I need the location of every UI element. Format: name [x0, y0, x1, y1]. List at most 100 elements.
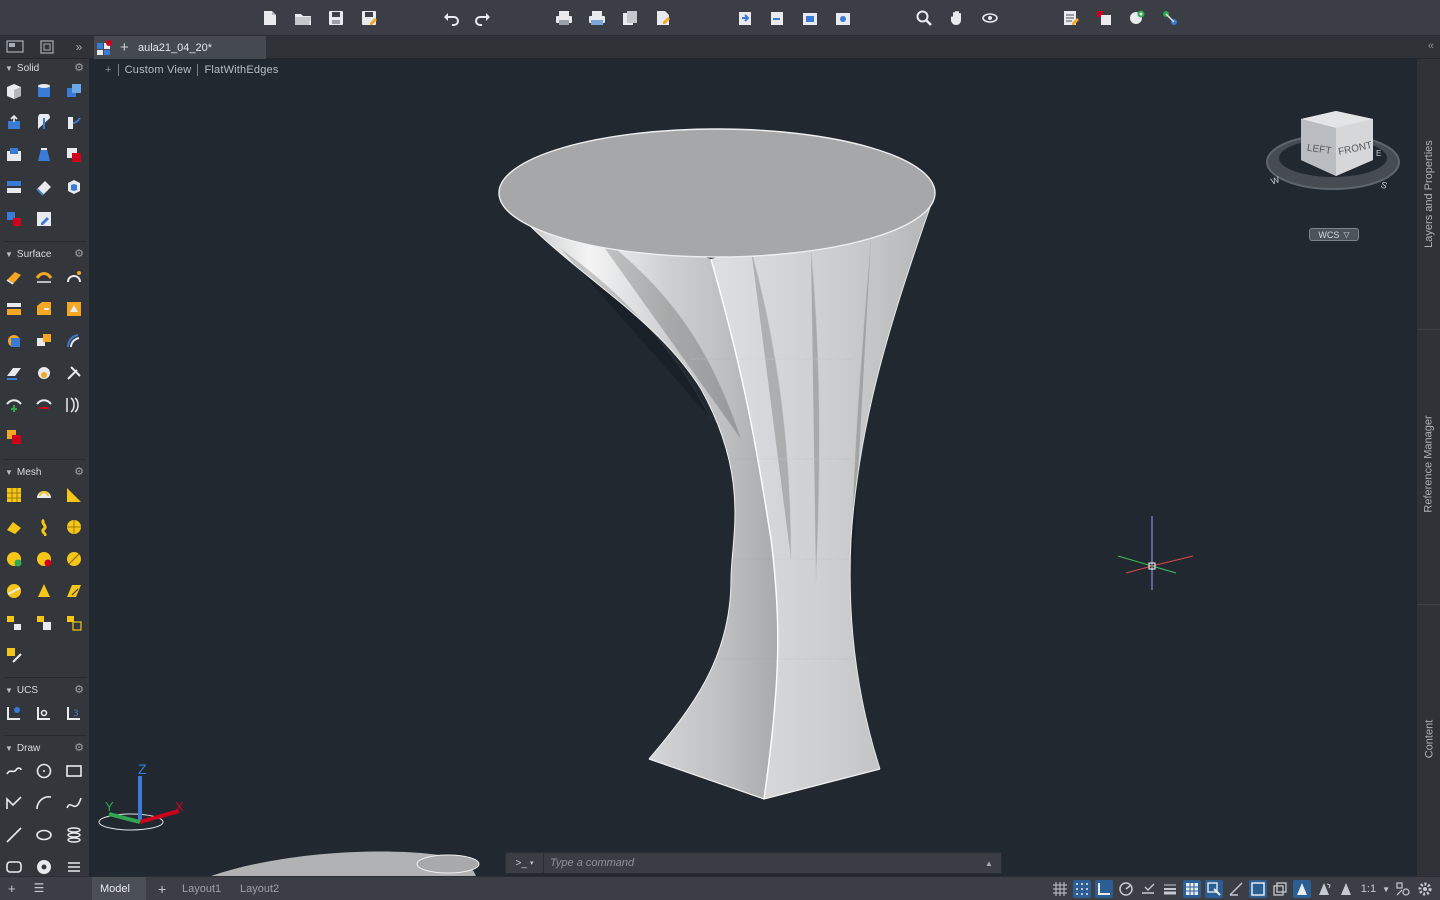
- thicken-icon[interactable]: [34, 177, 54, 197]
- solid-edit-icon[interactable]: [34, 209, 54, 229]
- mesh-box-icon[interactable]: [4, 485, 24, 505]
- publish-web-icon[interactable]: [1126, 7, 1148, 29]
- presspull-icon[interactable]: [4, 145, 24, 165]
- new-icon[interactable]: [259, 7, 281, 29]
- wcs-menu[interactable]: WCS ▽: [1309, 228, 1359, 241]
- annotation-autoscale-icon[interactable]: [1315, 880, 1333, 898]
- attach-icon[interactable]: [799, 7, 821, 29]
- redo-icon[interactable]: [472, 7, 494, 29]
- model-viewport[interactable]: LEFT FRONT W S E Z X Y + Custom View Fla…: [91, 59, 1416, 876]
- extend-surface-icon[interactable]: [4, 331, 24, 351]
- export-icon[interactable]: [766, 7, 788, 29]
- blend-surface-icon[interactable]: [34, 267, 54, 287]
- layout-icon[interactable]: [38, 39, 56, 55]
- command-input[interactable]: [544, 857, 985, 869]
- dynamic-ucs-icon[interactable]: [1227, 880, 1245, 898]
- snap-icon[interactable]: [1072, 880, 1091, 898]
- section-draw[interactable]: ▼ Draw ⚙: [0, 739, 90, 757]
- section-mesh[interactable]: ▼ Mesh ⚙: [0, 463, 90, 481]
- gear-icon[interactable]: ⚙: [74, 741, 84, 754]
- mesh-crease-icon[interactable]: [34, 517, 54, 537]
- grid-icon[interactable]: [1051, 880, 1069, 898]
- hatch-icon[interactable]: [64, 857, 84, 877]
- save-as-icon[interactable]: [358, 7, 380, 29]
- fillet-surface-icon[interactable]: [34, 299, 54, 319]
- spline-icon[interactable]: [64, 793, 84, 813]
- viewport-controls[interactable]: + Custom View FlatWithEdges: [105, 64, 279, 76]
- mesh-cone-icon[interactable]: [34, 581, 54, 601]
- list-icon[interactable]: ☰: [34, 881, 45, 896]
- loft-icon[interactable]: [34, 145, 54, 165]
- subtract-icon[interactable]: [64, 145, 84, 165]
- extrude-icon[interactable]: [4, 113, 24, 133]
- tab-reference-manager[interactable]: Reference Manager: [1419, 409, 1439, 519]
- lineweight-icon[interactable]: [1161, 880, 1179, 898]
- line-icon[interactable]: [4, 825, 24, 845]
- gear-icon[interactable]: [1416, 880, 1434, 898]
- tab-layers-and-properties[interactable]: Layers and Properties: [1419, 119, 1439, 269]
- rectangle-icon[interactable]: [64, 761, 84, 781]
- mesh-convert-faceted-icon[interactable]: [64, 613, 84, 633]
- plot-icon[interactable]: [553, 7, 575, 29]
- file-tab[interactable]: + aula21_04_20*: [94, 36, 266, 59]
- helix-icon[interactable]: [64, 825, 84, 845]
- command-history-icon[interactable]: ▲: [985, 859, 1001, 868]
- patch-surface-icon[interactable]: [64, 267, 84, 287]
- slice-icon[interactable]: [4, 177, 24, 197]
- circle-icon[interactable]: [34, 761, 54, 781]
- tab-layout2[interactable]: Layout2: [232, 877, 287, 900]
- mesh-sphere-icon[interactable]: [64, 517, 84, 537]
- mesh-smooth-icon[interactable]: [34, 485, 54, 505]
- sheet-set-icon[interactable]: [6, 39, 24, 55]
- gear-icon[interactable]: ⚙: [74, 247, 84, 260]
- mesh-refine-icon[interactable]: [64, 549, 84, 569]
- revolve-icon[interactable]: [34, 113, 54, 133]
- ucs-3point-icon[interactable]: 3: [64, 703, 84, 723]
- ellipse-icon[interactable]: [34, 825, 54, 845]
- tab-content[interactable]: Content: [1419, 709, 1439, 769]
- share-view-icon[interactable]: [1159, 7, 1181, 29]
- command-prompt-icon[interactable]: >_ ▾: [506, 853, 544, 873]
- import-icon[interactable]: [734, 7, 756, 29]
- mesh-edit-icon[interactable]: [64, 581, 84, 601]
- mesh-convert-smooth-icon[interactable]: [34, 613, 54, 633]
- annotation-visibility-icon[interactable]: [1292, 880, 1311, 898]
- selection-cycling-icon[interactable]: [1204, 880, 1223, 898]
- new-layout-icon[interactable]: +: [150, 877, 170, 900]
- section-ucs[interactable]: ▼ UCS ⚙: [0, 681, 90, 699]
- union-icon[interactable]: [64, 81, 84, 101]
- expand-tools-icon[interactable]: »: [70, 39, 88, 55]
- polar-icon[interactable]: [1117, 880, 1135, 898]
- surface-extract-icon[interactable]: [34, 363, 54, 383]
- share-icon[interactable]: [832, 7, 854, 29]
- match-properties-icon[interactable]: [1093, 7, 1115, 29]
- pan-icon[interactable]: [946, 7, 968, 29]
- gear-icon[interactable]: ⚙: [74, 683, 84, 696]
- plot-preview-icon[interactable]: [652, 7, 674, 29]
- view-name[interactable]: Custom View: [125, 64, 192, 76]
- region-icon[interactable]: [4, 857, 24, 877]
- network-surface-icon[interactable]: [4, 267, 24, 287]
- sculpt-icon[interactable]: [34, 331, 54, 351]
- annotation-scale-icon[interactable]: [1337, 880, 1355, 898]
- chevron-down-icon[interactable]: ▼: [1382, 885, 1390, 894]
- collapse-panel-icon[interactable]: «: [1428, 40, 1434, 52]
- donut-icon[interactable]: [34, 857, 54, 877]
- mesh-extrude-icon[interactable]: [4, 517, 24, 537]
- rebuild-icon[interactable]: [64, 395, 84, 415]
- workspace-switching-icon[interactable]: [1394, 880, 1412, 898]
- isodraft-icon[interactable]: [1139, 880, 1157, 898]
- mesh-smooth-more-icon[interactable]: [4, 549, 24, 569]
- cylinder-icon[interactable]: [34, 81, 54, 101]
- mesh-split-icon[interactable]: [4, 581, 24, 601]
- mesh-convert-icon[interactable]: [4, 613, 24, 633]
- surface-associativity-icon[interactable]: [4, 427, 24, 447]
- zoom-icon[interactable]: [913, 7, 935, 29]
- mesh-wedge-icon[interactable]: [64, 485, 84, 505]
- section-solid[interactable]: ▼ Solid ⚙: [0, 59, 90, 77]
- mesh-smooth-less-icon[interactable]: [34, 549, 54, 569]
- batch-plot-icon[interactable]: [586, 7, 608, 29]
- orbit-icon[interactable]: [979, 7, 1001, 29]
- add-icon[interactable]: +: [8, 881, 16, 896]
- new-tab-icon[interactable]: +: [120, 39, 132, 56]
